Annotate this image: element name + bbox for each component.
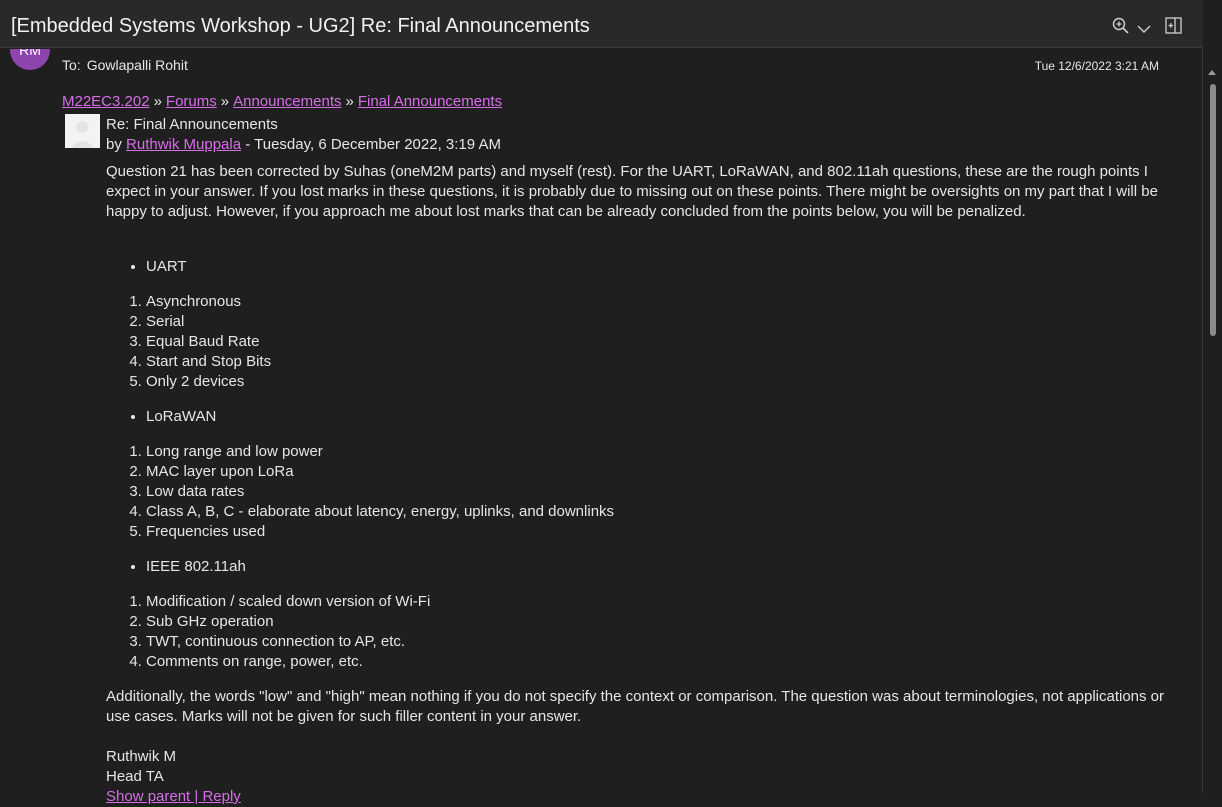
section-heading-list: LoRaWAN (106, 407, 1176, 427)
author-profile-picture[interactable] (65, 114, 100, 148)
list-item: TWT, continuous connection to AP, etc. (146, 632, 1176, 652)
list-item: Only 2 devices (146, 372, 1176, 392)
section-heading-list: UART (106, 257, 1176, 277)
scroll-up-arrow[interactable] (1208, 70, 1216, 75)
section-heading-80211ah: IEEE 802.11ah (146, 557, 1176, 577)
post-date: - Tuesday, 6 December 2022, 3:19 AM (245, 136, 501, 153)
recipient-name[interactable]: Gowlapalli Rohit (87, 57, 188, 73)
post-byline: by Ruthwik Muppala - Tuesday, 6 December… (106, 136, 501, 153)
post-intro: Question 21 has been corrected by Suhas … (106, 163, 1158, 220)
signature: Ruthwik M Head TA Show parent | Reply (106, 747, 1176, 807)
list-item: Serial (146, 312, 1176, 332)
email-reading-pane: [Embedded Systems Workshop - UG2] Re: Fi… (0, 0, 1203, 805)
list-item: Low data rates (146, 482, 1176, 502)
post-subject: Re: Final Announcements (106, 116, 278, 133)
breadcrumb-separator: » (220, 93, 230, 110)
section-heading-list: IEEE 802.11ah (106, 557, 1176, 577)
vertical-scrollbar-thumb[interactable] (1210, 84, 1216, 336)
by-prefix: by (106, 136, 122, 153)
list-item: Modification / scaled down version of Wi… (146, 592, 1176, 612)
email-subject-title: [Embedded Systems Workshop - UG2] Re: Fi… (11, 15, 590, 37)
author-link[interactable]: Ruthwik Muppala (126, 136, 241, 153)
chevron-down-icon[interactable] (1137, 21, 1151, 39)
uart-points: Asynchronous Serial Equal Baud Rate Star… (106, 292, 1176, 392)
list-item: Start and Stop Bits (146, 352, 1176, 372)
breadcrumb-separator: » (153, 93, 162, 110)
title-bar: [Embedded Systems Workshop - UG2] Re: Fi… (0, 0, 1203, 48)
list-item: Comments on range, power, etc. (146, 652, 1176, 672)
breadcrumb-course-link[interactable]: M22EC3.202 (62, 93, 150, 110)
breadcrumb: M22EC3.202» Forums» Announcements» Final An… (62, 93, 502, 110)
signature-name: Ruthwik M (106, 748, 177, 765)
sent-date: Tue 12/6/2022 3:21 AM (1034, 59, 1159, 73)
signature-role: Head TA (106, 768, 164, 785)
zoom-in-icon[interactable] (1112, 17, 1130, 40)
breadcrumb-forums-link[interactable]: Forums (166, 93, 217, 110)
breadcrumb-announcements-link[interactable]: Announcements (233, 93, 341, 110)
to-label: To: (62, 57, 81, 73)
breadcrumb-final-announcements-link[interactable]: Final Announcements (358, 93, 502, 110)
show-parent-reply-link[interactable]: Show parent | Reply (106, 788, 241, 805)
section-heading-uart: UART (146, 257, 1176, 277)
post-closing: Additionally, the words "low" and "high"… (106, 688, 1165, 725)
recipient-line: To: Gowlapalli Rohit (62, 57, 188, 73)
list-item: Long range and low power (146, 442, 1176, 462)
list-item: Equal Baud Rate (146, 332, 1176, 352)
list-item: Asynchronous (146, 292, 1176, 312)
list-item: Frequencies used (146, 522, 1176, 542)
lorawan-points: Long range and low power MAC layer upon … (106, 442, 1176, 542)
list-item: MAC layer upon LoRa (146, 462, 1176, 482)
ieee-80211ah-points: Modification / scaled down version of Wi… (106, 592, 1176, 672)
post-body: Question 21 has been corrected by Suhas … (106, 162, 1176, 807)
breadcrumb-separator: » (345, 93, 354, 110)
section-heading-lorawan: LoRaWAN (146, 407, 1176, 427)
list-item: Class A, B, C - elaborate about latency,… (146, 502, 1176, 522)
pop-out-icon[interactable] (1165, 17, 1182, 39)
list-item: Sub GHz operation (146, 612, 1176, 632)
